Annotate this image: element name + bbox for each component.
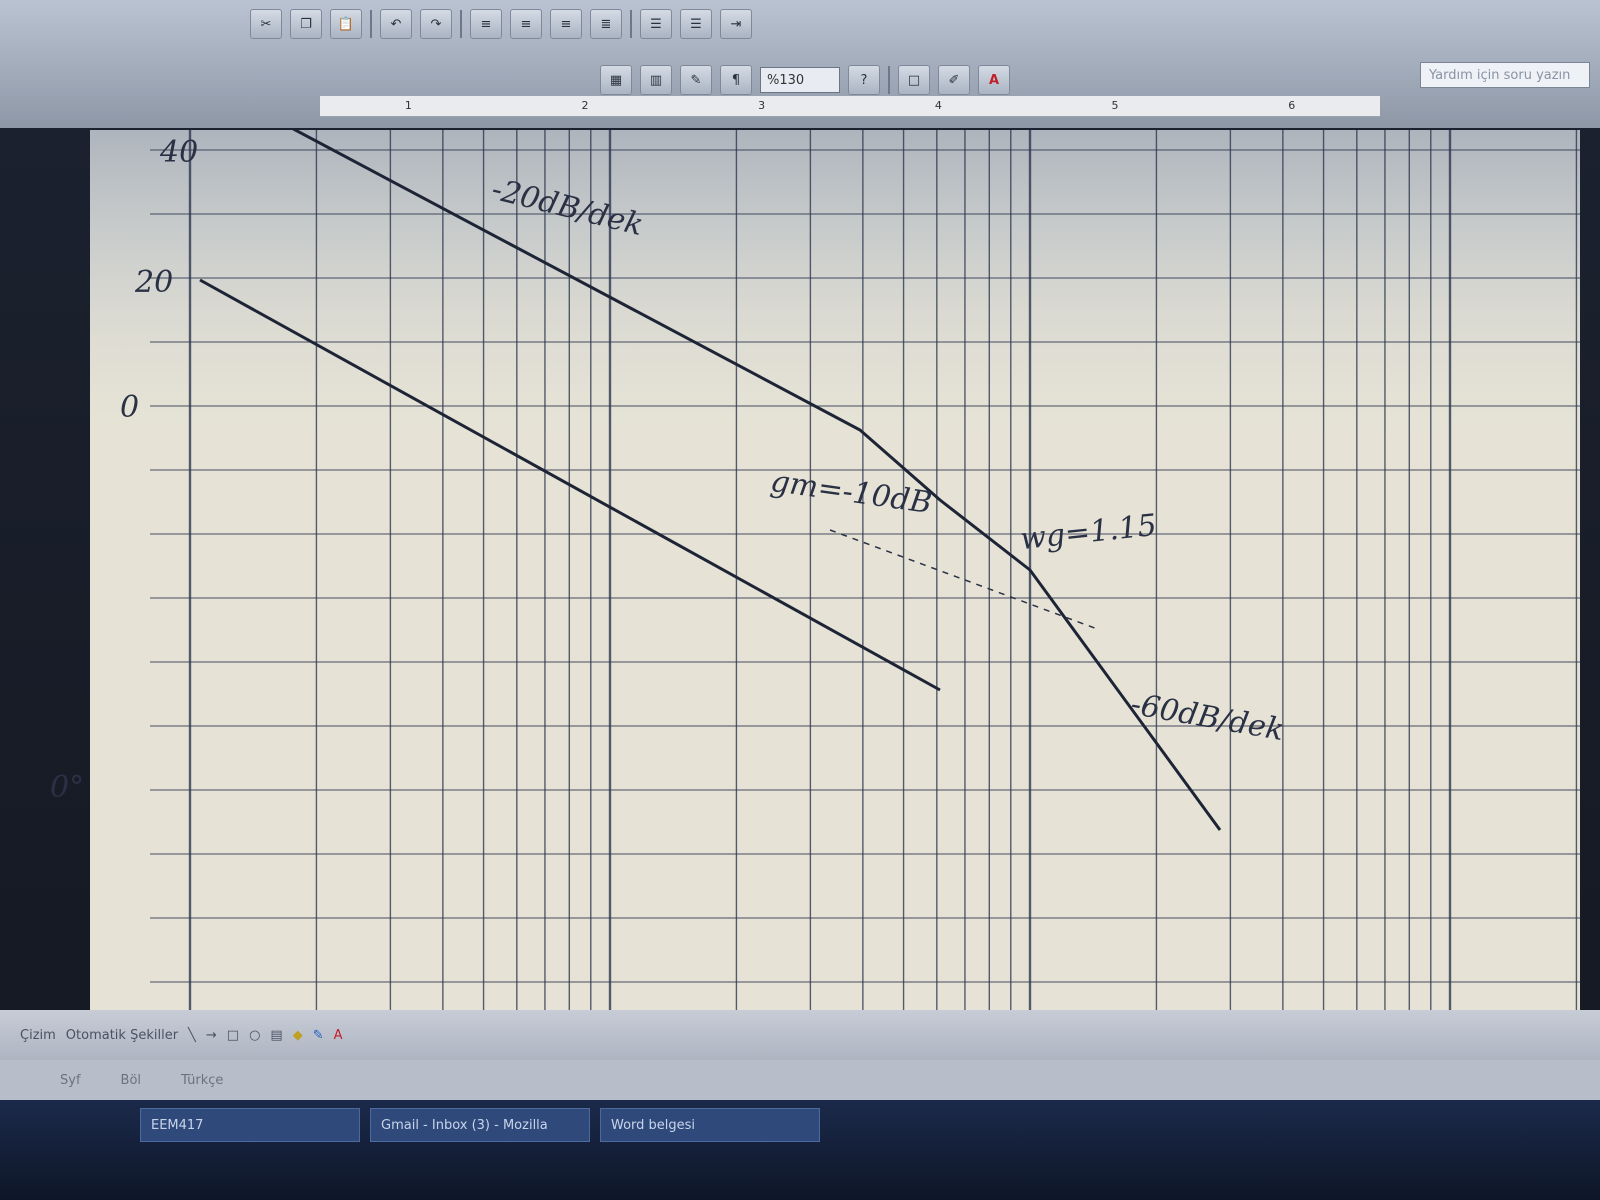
screen: ✂ ❐ 📋 ↶ ↷ ≡ ≡ ≡ ≣ ☰ ☰ ⇥ ▦ ▥ ✎ ¶ %130 ? □… [0, 0, 1600, 1200]
drawing-toolbar: Çizim Otomatik Şekiller ╲ → □ ○ ▤ ◆ ✎ A [0, 1010, 1600, 1060]
y-label-20: 20 [135, 265, 174, 300]
columns-icon[interactable]: ▥ [640, 65, 672, 95]
fill-color-icon[interactable]: ◆ [293, 1028, 303, 1043]
justify-icon[interactable]: ≣ [590, 9, 622, 39]
textbox-icon[interactable]: ▤ [270, 1028, 282, 1043]
align-center-icon[interactable]: ≡ [510, 9, 542, 39]
separator [370, 10, 372, 38]
line-icon[interactable]: ╲ [188, 1028, 196, 1043]
horizontal-ruler[interactable]: 1 2 3 4 5 6 [320, 96, 1380, 117]
bullet-list-icon[interactable]: ☰ [680, 9, 712, 39]
windows-taskbar: EEM417 Gmail - Inbox (3) - Mozilla Word … [0, 1100, 1600, 1200]
document-page[interactable]: 40 20 0 0° -20dB/dek gm=-10dB wg=1.15 -6… [50, 130, 1580, 1010]
status-page: Syf [60, 1072, 81, 1088]
rectangle-icon[interactable]: □ [227, 1028, 239, 1043]
ruler-tick: 1 [404, 99, 412, 112]
taskbar-item[interactable]: Gmail - Inbox (3) - Mozilla [370, 1108, 590, 1142]
formatting-toolbar: ▦ ▥ ✎ ¶ %130 ? □ ✐ A [600, 60, 1010, 100]
font-color-icon[interactable]: A [334, 1028, 343, 1043]
paste-icon[interactable]: 📋 [330, 9, 362, 39]
standard-toolbar: ✂ ❐ 📋 ↶ ↷ ≡ ≡ ≡ ≣ ☰ ☰ ⇥ [250, 4, 752, 44]
border-icon[interactable]: □ [898, 65, 930, 95]
status-bar: Syf Böl Türkçe [0, 1060, 1600, 1100]
bode-plot-graph-paper [90, 130, 1580, 1010]
cut-icon[interactable]: ✂ [250, 9, 282, 39]
indent-icon[interactable]: ⇥ [720, 9, 752, 39]
pilcrow-icon[interactable]: ¶ [720, 65, 752, 95]
numbered-list-icon[interactable]: ☰ [640, 9, 672, 39]
arrow-icon[interactable]: → [206, 1028, 217, 1043]
oval-icon[interactable]: ○ [249, 1028, 260, 1043]
y-label-0: 0 [120, 390, 140, 425]
y-label-0deg: 0° [50, 770, 85, 805]
align-right-icon[interactable]: ≡ [550, 9, 582, 39]
help-search-input[interactable]: Yardım için soru yazın [1420, 62, 1590, 88]
help-icon[interactable]: ? [848, 65, 880, 95]
ruler-tick: 3 [758, 99, 766, 112]
separator [460, 10, 462, 38]
highlight-icon[interactable]: ✐ [938, 65, 970, 95]
ruler-tick: 5 [1111, 99, 1119, 112]
autoshapes-menu[interactable]: Otomatik Şekiller [66, 1028, 178, 1043]
y-label-40: 40 [160, 135, 199, 170]
redo-icon[interactable]: ↷ [420, 9, 452, 39]
ruler-tick: 6 [1288, 99, 1296, 112]
undo-icon[interactable]: ↶ [380, 9, 412, 39]
ruler-tick: 2 [581, 99, 589, 112]
align-left-icon[interactable]: ≡ [470, 9, 502, 39]
separator [888, 66, 890, 94]
table-icon[interactable]: ▦ [600, 65, 632, 95]
status-language: Türkçe [181, 1072, 224, 1088]
status-section: Böl [120, 1072, 142, 1088]
drawing-icon[interactable]: ✎ [680, 65, 712, 95]
taskbar-item[interactable]: Word belgesi [600, 1108, 820, 1142]
word-toolbar: ✂ ❐ 📋 ↶ ↷ ≡ ≡ ≡ ≣ ☰ ☰ ⇥ ▦ ▥ ✎ ¶ %130 ? □… [0, 0, 1600, 128]
zoom-input[interactable]: %130 [760, 67, 840, 93]
copy-icon[interactable]: ❐ [290, 9, 322, 39]
line-color-icon[interactable]: ✎ [313, 1028, 324, 1043]
font-color-icon[interactable]: A [978, 65, 1010, 95]
ruler-tick: 4 [934, 99, 942, 112]
taskbar-item[interactable]: EEM417 [140, 1108, 360, 1142]
separator [630, 10, 632, 38]
draw-menu[interactable]: Çizim [20, 1028, 56, 1043]
